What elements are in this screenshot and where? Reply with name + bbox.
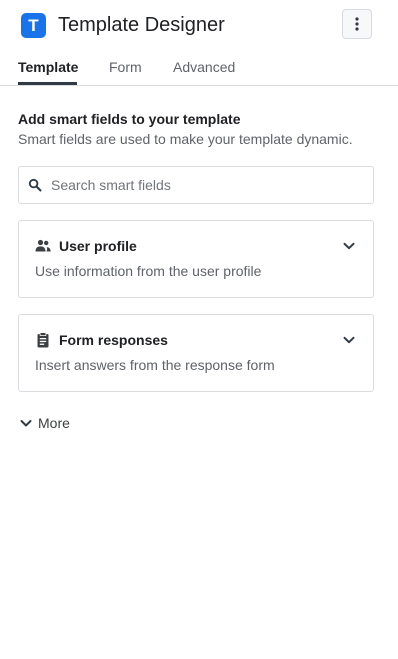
- chevron-down-icon[interactable]: [342, 239, 356, 253]
- section-description: Smart fields are used to make your templ…: [18, 131, 353, 147]
- search-box: [18, 166, 374, 204]
- group-title: Form responses: [59, 332, 168, 348]
- group-title: User profile: [59, 238, 137, 254]
- header: T Template Designer: [0, 0, 398, 50]
- tab-form[interactable]: Form: [109, 58, 142, 76]
- logo-letter: T: [28, 16, 39, 35]
- more-label: More: [38, 415, 70, 431]
- search-icon: [28, 178, 42, 192]
- app-logo: T: [21, 13, 46, 38]
- active-tab-indicator: [18, 82, 77, 85]
- app-title: Template Designer: [58, 14, 225, 36]
- tab-template[interactable]: Template: [18, 58, 78, 76]
- tab-bar: Template Form Advanced: [0, 50, 398, 86]
- search-input[interactable]: [51, 175, 351, 195]
- smart-field-group-form-responses[interactable]: Form responses Insert answers from the r…: [18, 314, 374, 392]
- group-description: Use information from the user profile: [35, 263, 262, 279]
- clipboard-icon: [37, 332, 49, 348]
- template-designer-panel: T Template Designer Template Form Advanc…: [0, 0, 398, 659]
- section-heading: Add smart fields to your template: [18, 111, 241, 127]
- more-vertical-icon: [355, 17, 359, 31]
- group-description: Insert answers from the response form: [35, 357, 275, 373]
- smart-field-group-user-profile[interactable]: User profile Use information from the us…: [18, 220, 374, 298]
- more-options-button[interactable]: [342, 9, 372, 39]
- more-toggle[interactable]: More: [18, 413, 70, 433]
- users-icon: [35, 239, 51, 252]
- tab-advanced[interactable]: Advanced: [173, 58, 235, 76]
- chevron-down-icon[interactable]: [342, 333, 356, 347]
- chevron-down-icon: [20, 420, 32, 427]
